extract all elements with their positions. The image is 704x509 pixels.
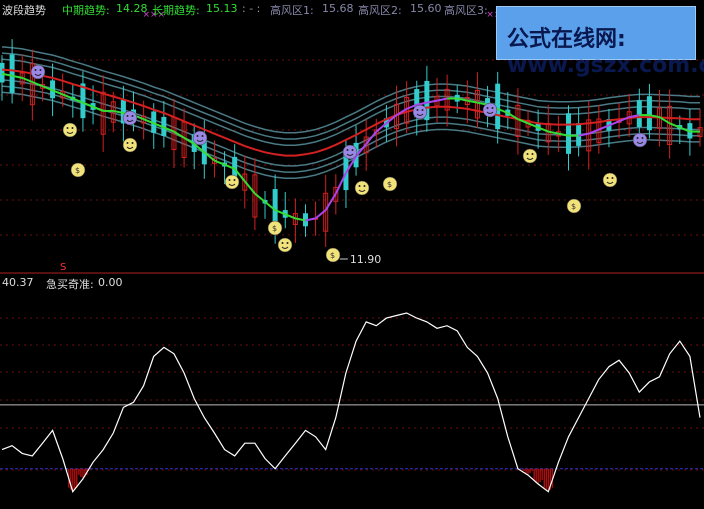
purple-face-icon bbox=[632, 132, 648, 148]
oscillator-line bbox=[1, 312, 701, 493]
s-marker: S bbox=[60, 262, 67, 273]
lower-left-value: 40.37 bbox=[2, 276, 34, 289]
icon-eye bbox=[416, 109, 419, 111]
icon-face bbox=[522, 148, 538, 164]
icon-face bbox=[482, 102, 498, 118]
icon-eye bbox=[66, 127, 69, 129]
risk3-label: 高风区3: bbox=[444, 4, 488, 17]
mid-trend-label: 中期趋势: bbox=[62, 4, 110, 17]
icon-face bbox=[224, 174, 240, 190]
purple-face-icon bbox=[30, 64, 46, 80]
purple-face-icon bbox=[192, 130, 208, 146]
candle-body bbox=[80, 83, 86, 119]
candle-body bbox=[565, 113, 571, 154]
icon-eye bbox=[358, 185, 361, 187]
chart-root: ×××××××××$$$$$11.90 波段趋势 中期趋势: 14.28 长期趋… bbox=[0, 0, 704, 509]
watermark-banner: 公式在线网: www.gszx.com.cn bbox=[496, 6, 704, 78]
icon-eye bbox=[421, 109, 424, 111]
lower-indicator-value: 0.00 bbox=[98, 276, 123, 289]
icon-eye bbox=[281, 242, 284, 244]
purple-face-icon bbox=[122, 110, 138, 126]
mid-trend-value: 14.28 bbox=[116, 2, 148, 15]
icon-eye bbox=[131, 115, 134, 117]
icon-face bbox=[342, 144, 358, 160]
smiley-face-icon bbox=[354, 180, 370, 196]
icon-eye bbox=[34, 69, 37, 71]
icon-glyph: $ bbox=[272, 224, 277, 233]
icon-eye bbox=[286, 242, 289, 244]
watermark-text: 公式在线网: www.gszx.com.cn bbox=[507, 27, 704, 78]
icon-face bbox=[192, 130, 208, 146]
icon-face bbox=[122, 110, 138, 126]
separator-text: : - : bbox=[242, 2, 261, 15]
icon-face bbox=[602, 172, 618, 188]
icon-eye bbox=[611, 177, 614, 179]
smiley-face-icon bbox=[602, 172, 618, 188]
money-bag-icon: $ bbox=[70, 162, 86, 178]
long-trend-label: 长期趋势: bbox=[152, 4, 200, 17]
icon-eye bbox=[351, 149, 354, 151]
money-bag-icon: $ bbox=[566, 198, 582, 214]
icon-glyph: $ bbox=[330, 251, 335, 260]
icon-face bbox=[277, 237, 293, 253]
icon-eye bbox=[131, 142, 134, 144]
icon-face bbox=[62, 122, 78, 138]
smiley-face-icon bbox=[62, 122, 78, 138]
purple-face-icon bbox=[412, 104, 428, 120]
lower-indicator-label: 急买奇准: bbox=[46, 278, 94, 291]
icon-face bbox=[354, 180, 370, 196]
icon-face bbox=[412, 104, 428, 120]
candle-body bbox=[0, 62, 5, 83]
purple-face-icon bbox=[482, 102, 498, 118]
icon-glyph: $ bbox=[75, 166, 80, 175]
purple-face-icon bbox=[342, 144, 358, 160]
icon-face bbox=[632, 132, 648, 148]
smiley-face-icon bbox=[277, 237, 293, 253]
icon-eye bbox=[71, 127, 74, 129]
icon-glyph: $ bbox=[571, 202, 576, 211]
icon-eye bbox=[526, 153, 529, 155]
candle-body bbox=[646, 96, 652, 131]
icon-eye bbox=[126, 142, 129, 144]
indicator-name: 波段趋势 bbox=[2, 4, 46, 17]
candle-body bbox=[636, 100, 642, 128]
icon-eye bbox=[196, 135, 199, 137]
icon-glyph: $ bbox=[387, 180, 392, 189]
icon-eye bbox=[346, 149, 349, 151]
smiley-face-icon bbox=[122, 137, 138, 153]
long-trend-value: 15.13 bbox=[206, 2, 238, 15]
icon-eye bbox=[126, 115, 129, 117]
icon-eye bbox=[531, 153, 534, 155]
risk2-value: 15.60 bbox=[410, 2, 442, 15]
icon-face bbox=[122, 137, 138, 153]
icon-eye bbox=[363, 185, 366, 187]
candle-body bbox=[9, 54, 15, 93]
smiley-face-icon bbox=[224, 174, 240, 190]
icon-eye bbox=[233, 179, 236, 181]
icon-face bbox=[30, 64, 46, 80]
icon-eye bbox=[486, 107, 489, 109]
icon-eye bbox=[201, 135, 204, 137]
smiley-face-icon bbox=[522, 148, 538, 164]
icon-eye bbox=[39, 69, 42, 71]
icon-eye bbox=[641, 137, 644, 139]
icon-eye bbox=[606, 177, 609, 179]
money-bag-icon: $ bbox=[325, 247, 341, 263]
risk1-label: 高风区1: bbox=[270, 4, 314, 17]
risk1-value: 15.68 bbox=[322, 2, 354, 15]
money-bag-icon: $ bbox=[382, 176, 398, 192]
channel-band-line bbox=[1, 85, 700, 173]
icon-eye bbox=[491, 107, 494, 109]
icon-eye bbox=[228, 179, 231, 181]
risk2-label: 高风区2: bbox=[358, 4, 402, 17]
money-bag-icon: $ bbox=[267, 220, 283, 236]
icon-eye bbox=[636, 137, 639, 139]
annotation-low-value: 11.90 bbox=[350, 253, 382, 266]
